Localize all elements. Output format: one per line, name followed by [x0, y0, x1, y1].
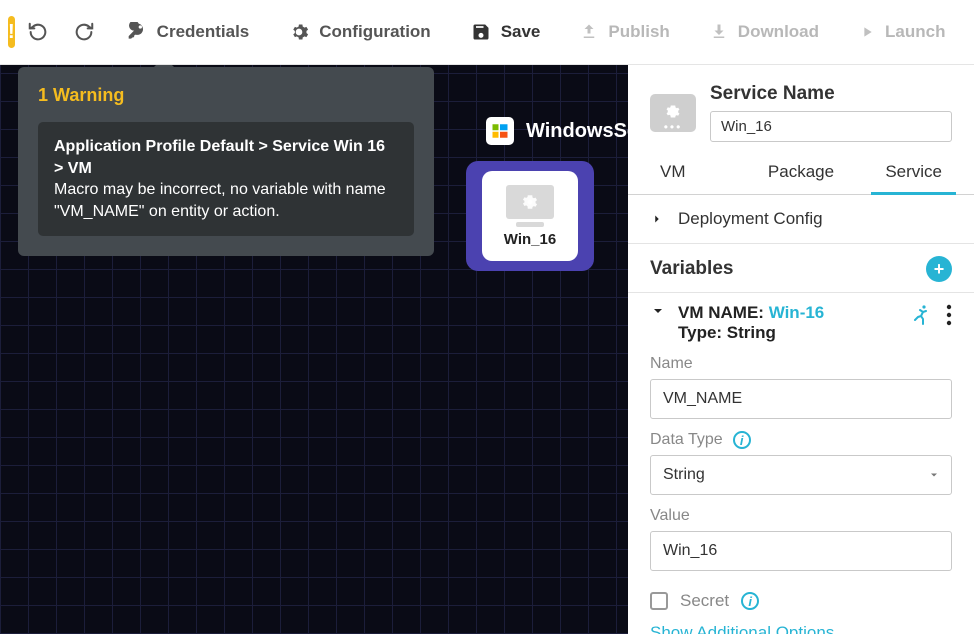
tab-vm[interactable]: VM: [650, 152, 751, 194]
add-variable-button[interactable]: +: [926, 256, 952, 282]
deployment-config-label: Deployment Config: [678, 209, 823, 229]
deployment-config-row[interactable]: Deployment Config: [628, 195, 974, 244]
blueprint-canvas[interactable]: 1 Warning Application Profile Default > …: [0, 65, 628, 634]
variable-header-label: VM NAME:: [678, 303, 764, 322]
undo-button[interactable]: [15, 0, 61, 65]
show-additional-options[interactable]: Show Additional Options: [650, 623, 952, 634]
service-icon: [650, 94, 696, 132]
download-icon: [710, 23, 728, 41]
vm-icon: [506, 185, 554, 219]
windowsserver-group[interactable]: WindowsServer: [486, 117, 676, 145]
name-field-label: Name: [650, 355, 952, 373]
main-toolbar: ! Credentials Configuration Save Publish: [0, 0, 974, 65]
service-header: Service Name: [628, 65, 974, 152]
publish-label: Publish: [608, 22, 669, 42]
runner-icon[interactable]: [908, 303, 932, 327]
vm-node[interactable]: Win_16: [466, 161, 594, 271]
variables-title: Variables: [650, 258, 733, 280]
credentials-label: Credentials: [157, 22, 250, 42]
warning-tooltip-title: 1 Warning: [38, 85, 414, 106]
caret-down-icon: [928, 469, 940, 481]
service-name-input[interactable]: [710, 111, 952, 142]
datatype-field-label: Data Type: [650, 431, 723, 449]
upload-icon: [580, 23, 598, 41]
configuration-button[interactable]: Configuration: [269, 0, 450, 65]
variables-header: Variables +: [628, 244, 974, 293]
warning-message: Macro may be incorrect, no variable with…: [54, 179, 398, 222]
value-field-input[interactable]: [650, 531, 952, 571]
save-label: Save: [501, 22, 541, 42]
datatype-field-value: String: [650, 455, 952, 495]
warning-indicator[interactable]: !: [8, 16, 15, 48]
name-field-input[interactable]: [650, 379, 952, 419]
download-button[interactable]: Download: [690, 0, 839, 65]
datatype-field-select[interactable]: String: [650, 455, 952, 495]
redo-button[interactable]: [61, 0, 107, 65]
secret-label: Secret: [680, 591, 729, 611]
secret-info-icon[interactable]: i: [741, 592, 759, 610]
variable-header-value: Win-16: [769, 303, 825, 322]
more-icon[interactable]: [946, 304, 952, 326]
download-label: Download: [738, 22, 819, 42]
redo-icon: [73, 21, 95, 43]
undo-icon: [27, 21, 49, 43]
value-field-label: Value: [650, 507, 952, 525]
warning-path: Application Profile Default > Service Wi…: [54, 136, 398, 179]
credentials-button[interactable]: Credentials: [107, 0, 270, 65]
help-button[interactable]: ?: [965, 0, 974, 65]
chevron-right-icon: [650, 212, 664, 226]
play-icon: [859, 24, 875, 40]
tab-service[interactable]: Service: [851, 152, 952, 194]
key-icon: [127, 22, 147, 42]
launch-label: Launch: [885, 22, 945, 42]
configuration-label: Configuration: [319, 22, 430, 42]
publish-button[interactable]: Publish: [560, 0, 689, 65]
chevron-down-icon[interactable]: [650, 303, 666, 319]
save-button[interactable]: Save: [451, 0, 561, 65]
properties-panel: Service Name VM Package Service Deployme…: [628, 65, 974, 634]
launch-button[interactable]: Launch: [839, 0, 965, 65]
panel-tabs: VM Package Service: [628, 152, 974, 195]
save-icon: [471, 22, 491, 42]
warning-tooltip: 1 Warning Application Profile Default > …: [18, 67, 434, 256]
warning-tooltip-card: Application Profile Default > Service Wi…: [38, 122, 414, 236]
datatype-info-icon[interactable]: i: [733, 431, 751, 449]
tab-package[interactable]: Package: [751, 152, 852, 194]
gear-icon: [289, 22, 309, 42]
windows-icon: [486, 117, 514, 145]
variable-type-label: Type: String: [678, 323, 776, 342]
secret-checkbox[interactable]: [650, 592, 668, 610]
vm-node-label: Win_16: [504, 231, 556, 248]
service-name-label: Service Name: [710, 83, 952, 105]
